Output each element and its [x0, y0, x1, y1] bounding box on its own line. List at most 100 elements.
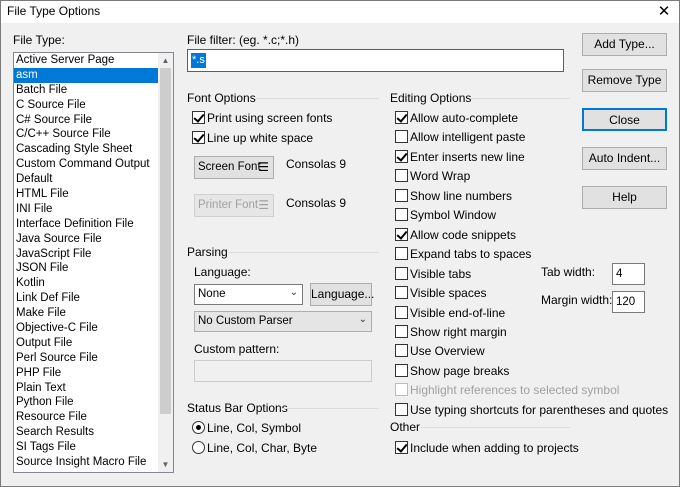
editing-option-label: Show line numbers — [410, 189, 513, 203]
include-projects-label: Include when adding to projects — [410, 441, 579, 455]
file-type-item[interactable]: Batch File — [14, 83, 159, 98]
editing-option-label: Visible spaces — [410, 286, 487, 300]
editing-options-heading: Editing Options — [390, 91, 472, 105]
menu-icon: ☰ — [258, 160, 269, 174]
screen-font-button[interactable]: Screen Font ☰ — [194, 156, 274, 179]
editing-option-label: Symbol Window — [410, 208, 497, 222]
language-select-value: None — [198, 288, 226, 300]
file-type-item[interactable]: Kotlin — [14, 276, 159, 291]
file-type-item[interactable]: asm — [14, 67, 159, 83]
editing-option-checkbox[interactable] — [395, 267, 408, 280]
line-up-white-space-checkbox[interactable] — [192, 131, 205, 144]
file-type-item[interactable]: PHP File — [14, 366, 159, 381]
editing-option-checkbox[interactable] — [395, 383, 408, 396]
font-options-divider — [256, 98, 379, 99]
file-type-item[interactable]: Search Results — [14, 425, 159, 440]
print-screen-fonts-label: Print using screen fonts — [207, 111, 333, 125]
editing-option-checkbox[interactable] — [395, 325, 408, 338]
editing-option-checkbox[interactable] — [395, 169, 408, 182]
file-type-item[interactable]: SI Tags File — [14, 440, 159, 455]
editing-option-label: Allow intelligent paste — [410, 130, 526, 144]
custom-parser-select[interactable]: No Custom Parser ⌄ — [194, 311, 372, 332]
editing-option-checkbox[interactable] — [395, 111, 408, 124]
help-button[interactable]: Help — [582, 186, 667, 209]
tab-width-input[interactable]: 4 — [612, 263, 645, 285]
status-line-col-char-byte-radio[interactable] — [192, 441, 205, 454]
editing-option-label: Word Wrap — [410, 169, 471, 183]
editing-option-label: Allow auto-complete — [410, 111, 519, 125]
editing-option-checkbox[interactable] — [395, 130, 408, 143]
margin-width-input[interactable]: 120 — [612, 291, 645, 313]
close-button[interactable]: Close — [582, 108, 667, 131]
file-type-item[interactable]: Resource File — [14, 410, 159, 425]
file-type-item[interactable]: Objective-C File — [14, 321, 159, 336]
parsing-divider — [229, 252, 379, 253]
scroll-up-icon[interactable]: ▲ — [158, 53, 173, 68]
editing-option-checkbox[interactable] — [395, 189, 408, 202]
other-divider — [421, 427, 570, 428]
file-type-item[interactable]: Plain Text — [14, 381, 159, 396]
editing-option-label: Highlight references to selected symbol — [410, 383, 620, 397]
file-type-item[interactable]: C/C++ Source File — [14, 127, 159, 142]
file-type-item[interactable]: Make File — [14, 306, 159, 321]
editing-option-checkbox[interactable] — [395, 228, 408, 241]
file-type-item[interactable]: C# Source File — [14, 113, 159, 128]
editing-option-label: Visible end-of-line — [410, 306, 506, 320]
file-type-item[interactable]: Output File — [14, 336, 159, 351]
file-type-item[interactable]: Link Def File — [14, 291, 159, 306]
chevron-down-icon: ⌄ — [289, 287, 298, 298]
language-label: Language: — [194, 265, 251, 279]
file-type-item[interactable]: Cascading Style Sheet — [14, 142, 159, 157]
file-type-item[interactable]: JSON File — [14, 261, 159, 276]
editing-option-checkbox[interactable] — [395, 150, 408, 163]
editing-option-checkbox[interactable] — [395, 403, 408, 416]
file-type-item[interactable]: C Source File — [14, 98, 159, 113]
line-up-white-space-label: Line up white space — [207, 131, 314, 145]
language-button[interactable]: Language... — [310, 283, 374, 306]
file-type-item[interactable]: Perl Source File — [14, 351, 159, 366]
file-type-list[interactable]: Active Server Page asm Batch File C Source … — [13, 52, 174, 473]
editing-option-checkbox[interactable] — [395, 306, 408, 319]
file-type-item[interactable]: Custom Command Output — [14, 157, 159, 172]
file-type-item[interactable]: Active Server Page — [14, 53, 159, 68]
include-projects-checkbox[interactable] — [395, 441, 408, 454]
editing-option-checkbox[interactable] — [395, 286, 408, 299]
file-filter-input[interactable]: *.s — [187, 49, 564, 72]
editing-option-label: Expand tabs to spaces — [410, 247, 532, 261]
file-list-scrollbar[interactable]: ▲ ▼ — [158, 53, 173, 472]
font-options-heading: Font Options — [187, 91, 256, 105]
file-type-item[interactable]: Source Insight Macro File — [14, 455, 159, 470]
chevron-down-icon: ⌄ — [358, 314, 367, 325]
file-type-options-dialog: File Type Options ✕ File Type: Active Se… — [0, 0, 680, 487]
other-heading: Other — [390, 420, 421, 434]
status-line-col-symbol-radio[interactable] — [192, 421, 205, 434]
file-type-item[interactable]: INI File — [14, 202, 159, 217]
language-select[interactable]: None ⌄ — [194, 284, 303, 305]
editing-option-checkbox[interactable] — [395, 247, 408, 260]
editing-option-label: Show right margin — [410, 325, 507, 339]
remove-type-button[interactable]: Remove Type — [582, 69, 667, 92]
custom-pattern-input[interactable] — [194, 360, 372, 382]
file-type-item[interactable]: Interface Definition File — [14, 217, 159, 232]
screen-font-button-label: Screen Font — [198, 161, 261, 173]
print-screen-fonts-checkbox[interactable] — [192, 111, 205, 124]
editing-option-checkbox[interactable] — [395, 364, 408, 377]
file-type-item[interactable]: Python File — [14, 395, 159, 410]
add-type-button[interactable]: Add Type... — [582, 33, 667, 56]
printer-font-button[interactable]: Printer Font ☰ — [194, 194, 274, 217]
close-icon[interactable]: ✕ — [649, 1, 679, 23]
file-type-item[interactable]: HTML File — [14, 187, 159, 202]
tab-width-label: Tab width: — [541, 265, 596, 279]
scroll-down-icon[interactable]: ▼ — [158, 457, 173, 472]
auto-indent-button[interactable]: Auto Indent... — [582, 147, 667, 170]
margin-width-value: 120 — [616, 296, 636, 308]
scroll-thumb[interactable] — [160, 68, 171, 414]
file-type-item[interactable]: Java Source File — [14, 232, 159, 247]
editing-option-checkbox[interactable] — [395, 344, 408, 357]
margin-width-label: Margin width: — [541, 293, 613, 307]
file-type-item[interactable]: JavaScript File — [14, 247, 159, 262]
status-bar-divider — [283, 408, 379, 409]
editing-option-label: Enter inserts new line — [410, 150, 525, 164]
editing-option-checkbox[interactable] — [395, 208, 408, 221]
file-type-item[interactable]: Default — [14, 172, 159, 187]
